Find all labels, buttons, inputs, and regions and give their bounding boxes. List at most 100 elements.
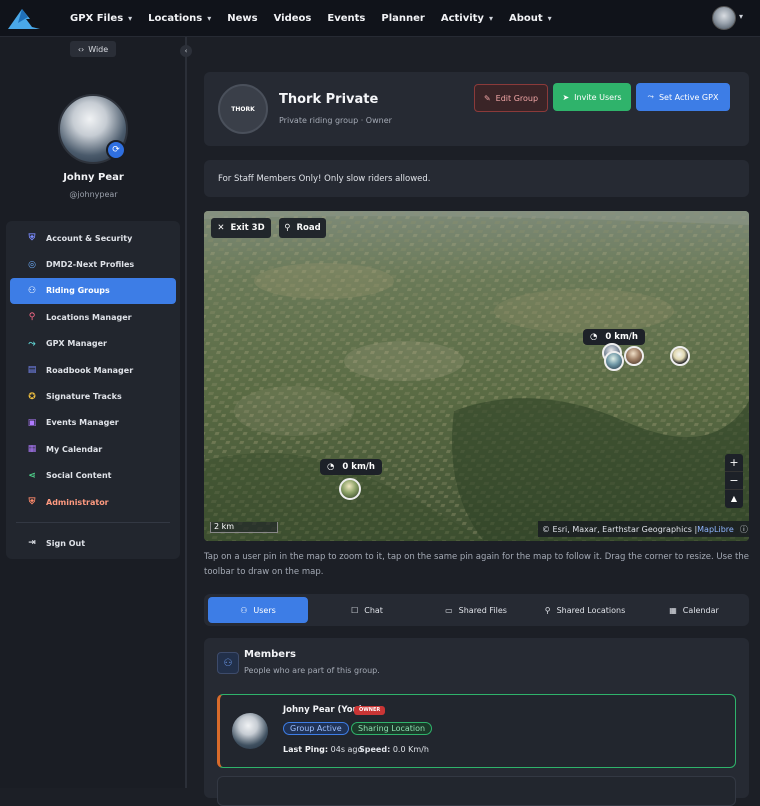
zoom-in-button[interactable]: + — [725, 454, 743, 472]
share-icon: ⋖ — [28, 470, 36, 481]
group-tabs: ⚇ Users ☐ Chat ▭ Shared Files ⚲ Shared Locat… — [204, 594, 749, 626]
medal-icon: ✪ — [28, 391, 36, 402]
user-pin[interactable] — [604, 351, 624, 371]
nav-item-planner[interactable]: Planner — [381, 13, 424, 24]
chevron-down-icon: ▾ — [128, 14, 133, 23]
calendar-icon: ▦ — [27, 444, 37, 455]
sidebar-item-locations-manager[interactable]: ⚲ Locations Manager — [10, 304, 176, 330]
sidebar-item-signature-tracks[interactable]: ✪ Signature Tracks — [10, 383, 176, 409]
member-name: Johny Pear (You) — [283, 705, 363, 715]
users-icon: ⚇ — [240, 605, 248, 615]
chevron-down-icon[interactable]: ▾ — [739, 12, 743, 21]
map-pin-icon: ⚲ — [28, 312, 36, 323]
sharing-location-pill: Sharing Location — [351, 722, 433, 735]
sidebar-item-account-security[interactable]: ⛨ Account & Security — [10, 225, 176, 251]
calendar-icon: ▦ — [669, 605, 677, 615]
tab-chat[interactable]: ☐ Chat — [317, 597, 417, 623]
chevron-down-icon: ▾ — [207, 14, 212, 23]
profile-circle-icon: ◎ — [28, 259, 36, 270]
info-icon[interactable]: ⓘ — [740, 524, 748, 535]
send-icon: ➤ — [562, 92, 570, 102]
map-help-text: Tap on a user pin in the map to zoom to … — [204, 552, 749, 577]
nav-item-videos[interactable]: Videos — [274, 13, 312, 24]
sidebar-item-my-calendar[interactable]: ▦ My Calendar — [10, 436, 176, 462]
edit-group-button[interactable]: ✎ Edit Group — [474, 84, 548, 112]
map-attribution: © Esri, Maxar, Earthstar Geographics | M… — [538, 521, 749, 537]
sidebar: ‹› Wide ‹ ⟳ Johny Pear @johnypear ⛨ Accoun… — [0, 37, 192, 788]
mountain-logo-icon[interactable] — [8, 7, 40, 29]
close-icon: ✕ — [217, 223, 225, 233]
menu-divider — [16, 522, 170, 524]
group-subtitle: Private riding group · Owner — [279, 116, 392, 125]
sidebar-item-riding-groups[interactable]: ⚇ Riding Groups — [10, 277, 176, 305]
invite-users-button[interactable]: ➤ Invite Users — [553, 83, 631, 111]
zoom-out-button[interactable]: − — [725, 472, 743, 490]
profile-handle: @johnypear — [69, 190, 118, 199]
members-card: ⚇ Members People who are part of this gr… — [204, 638, 749, 806]
sign-out-icon: ⇥ — [28, 538, 36, 549]
group-logo: THORK — [218, 84, 268, 134]
route-icon: ⤳ — [28, 338, 36, 349]
wide-toggle-button[interactable]: ‹› Wide — [70, 41, 116, 57]
chat-icon: ☐ — [351, 605, 359, 615]
sidebar-menu: ⛨ Account & Security ◎ DMD2-Next Profiles … — [6, 221, 180, 559]
zoom-controls: + − ▲ — [725, 454, 743, 508]
edit-icon: ✎ — [483, 93, 491, 103]
user-avatar-icon[interactable] — [712, 6, 736, 30]
sidebar-item-dmd2-profiles[interactable]: ◎ DMD2-Next Profiles — [10, 251, 176, 277]
code-brackets-icon: ‹› — [77, 44, 85, 54]
set-active-gpx-button[interactable]: ⤳ Set Active GPX — [636, 83, 730, 111]
group-map[interactable]: ✕ Exit 3D ⚲ Road ◔ 0 km/h ◔ 0 km/h + − ▲ 2 k… — [204, 211, 749, 541]
maplibre-link[interactable]: MapLibre — [697, 525, 734, 534]
exit-3d-button[interactable]: ✕ Exit 3D — [211, 218, 271, 238]
sidebar-item-social-content[interactable]: ⋖ Social Content — [10, 463, 176, 489]
tab-calendar[interactable]: ▦ Calendar — [644, 597, 744, 623]
speedometer-icon: ◔ — [590, 332, 598, 342]
sidebar-item-sign-out[interactable]: ⇥ Sign Out — [10, 530, 176, 556]
user-pin[interactable] — [339, 478, 361, 500]
sidebar-item-events-manager[interactable]: ▣ Events Manager — [10, 410, 176, 436]
owner-badge: OWNER — [354, 706, 386, 715]
group-title: Thork Private — [279, 92, 379, 107]
nav-menu: GPX Files ▾ Locations ▾ News Videos Events… — [70, 0, 568, 37]
member-row[interactable] — [217, 776, 736, 806]
user-pin[interactable] — [670, 346, 690, 366]
admin-shield-icon: ⛨ — [28, 497, 36, 508]
road-layer-button[interactable]: ⚲ Road — [279, 218, 326, 238]
nav-item-locations[interactable]: Locations ▾ — [148, 13, 211, 24]
map-pin-icon: ⚲ — [284, 223, 291, 233]
group-header-card: THORK Thork Private Private riding group… — [204, 72, 749, 146]
sidebar-item-roadbook-manager[interactable]: ▤ Roadbook Manager — [10, 357, 176, 383]
nav-item-news[interactable]: News — [227, 13, 257, 24]
tab-users[interactable]: ⚇ Users — [208, 597, 308, 623]
compass-button[interactable]: ▲ — [725, 490, 743, 508]
nav-item-activity[interactable]: Activity ▾ — [441, 13, 493, 24]
user-pin[interactable] — [624, 346, 644, 366]
group-active-pill: Group Active — [283, 722, 349, 735]
sidebar-item-gpx-manager[interactable]: ⤳ GPX Manager — [10, 331, 176, 357]
folder-icon: ▭ — [445, 605, 453, 615]
nav-item-gpx-files[interactable]: GPX Files ▾ — [70, 13, 132, 24]
chevron-down-icon: ▾ — [488, 14, 493, 23]
route-icon: ⤳ — [647, 92, 654, 101]
chevron-down-icon: ▾ — [547, 14, 552, 23]
speedometer-icon: ◔ — [327, 462, 335, 472]
collapse-sidebar-button[interactable]: ‹ — [180, 45, 192, 57]
profile-settings-badge-icon[interactable]: ⟳ — [106, 140, 126, 160]
tab-shared-locations[interactable]: ⚲ Shared Locations — [535, 597, 635, 623]
satellite-map-image — [204, 211, 749, 541]
users-icon: ⚇ — [217, 652, 239, 674]
location-share-icon: ⚲ — [544, 605, 551, 615]
shield-icon: ⛨ — [28, 233, 36, 244]
map-scale: 2 km — [210, 522, 278, 533]
member-avatar[interactable] — [232, 713, 268, 749]
last-ping: Last Ping: 04s ago — [283, 745, 363, 754]
sidebar-item-administrator[interactable]: ⛨ Administrator — [10, 489, 176, 515]
member-row[interactable]: Johny Pear (You) OWNER Group Active Shar… — [217, 694, 736, 768]
calendar-plus-icon: ▣ — [27, 417, 37, 428]
nav-item-events[interactable]: Events — [327, 13, 365, 24]
nav-item-about[interactable]: About ▾ — [509, 13, 552, 24]
tab-shared-files[interactable]: ▭ Shared Files — [426, 597, 526, 623]
group-description: For Staff Members Only! Only slow riders… — [204, 160, 749, 197]
chevron-left-icon: ‹ — [184, 47, 188, 55]
